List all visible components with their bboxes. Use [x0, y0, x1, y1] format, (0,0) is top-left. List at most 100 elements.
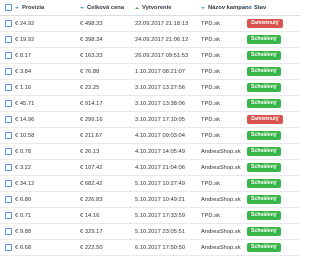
provizia-cell: € 1.16 [15, 84, 32, 91]
row-checkbox[interactable] [5, 228, 12, 235]
row-checkbox[interactable] [5, 20, 12, 27]
stav-cell: Schválený [247, 147, 300, 156]
celkova-cena-cell: € 398.34 [80, 36, 103, 43]
nazov-kampane-cell: TPD.sk [201, 20, 221, 27]
stav-cell: Schválený [247, 195, 300, 204]
nazov-kampane-cell: TPD.sk [201, 100, 221, 107]
stav-cell: Schválený [247, 51, 300, 60]
row-select-cell[interactable] [0, 116, 15, 123]
status-badge: Zamietnutý [247, 19, 283, 28]
stav-header-label: Stav [254, 4, 267, 11]
table-header: Provízia Celková cena Vytvorenie Názov k… [0, 0, 300, 16]
row-select-cell[interactable] [0, 196, 15, 203]
row-checkbox[interactable] [5, 196, 12, 203]
row-select-cell[interactable] [0, 212, 15, 219]
sort-down-icon[interactable] [247, 6, 251, 9]
celkova-cena-cell: € 23.25 [80, 84, 100, 91]
nazov-kampane-cell: AndreaShop.sk [201, 148, 241, 155]
row-select-cell[interactable] [0, 244, 15, 251]
row-checkbox[interactable] [5, 52, 12, 59]
nazov-kampane-cell: AndreaShop.sk [201, 244, 241, 251]
provizia-cell: € 9.88 [15, 228, 32, 235]
row-select-cell[interactable] [0, 36, 15, 43]
status-badge: Schválený [247, 67, 281, 76]
status-badge: Schválený [247, 227, 281, 236]
nazov-kampane-cell: TPD.sk [201, 212, 221, 219]
vytvorenie-cell: 24.09.2017 21:06:12 [135, 36, 189, 43]
row-select-cell[interactable] [0, 180, 15, 187]
provizia-header[interactable]: Provízia [15, 5, 80, 11]
sort-up-icon[interactable] [135, 6, 139, 9]
row-select-cell[interactable] [0, 20, 15, 27]
table-row: € 6.68 € 222.50 6.10.2017 17:50:50 Andre… [0, 240, 300, 256]
nazov-kampane-cell: TPD.sk [201, 36, 221, 43]
row-checkbox[interactable] [5, 212, 12, 219]
row-checkbox[interactable] [5, 164, 12, 171]
status-badge: Schválený [247, 163, 281, 172]
celkova-cena-header-label: Celková cena [87, 4, 125, 11]
row-checkbox[interactable] [5, 68, 12, 75]
celkova-cena-cell: € 914.17 [80, 100, 103, 107]
vytvorenie-cell: 3.10.2017 13:27:56 [135, 84, 185, 91]
row-select-cell[interactable] [0, 68, 15, 75]
sort-down-icon[interactable] [15, 6, 19, 9]
row-checkbox[interactable] [5, 148, 12, 155]
row-checkbox[interactable] [5, 116, 12, 123]
table-row: € 0.78 € 26.13 4.10.2017 14:05:49 Andrea… [0, 144, 300, 160]
row-checkbox[interactable] [5, 36, 12, 43]
row-select-cell[interactable] [0, 132, 15, 139]
vytvorenie-header[interactable]: Vytvorenie [135, 5, 201, 11]
row-select-cell[interactable] [0, 228, 15, 235]
table-row: € 3.84 € 76.88 1.10.2017 08:21:07 TPD.sk… [0, 64, 300, 80]
stav-cell: Schválený [247, 163, 300, 172]
sort-down-icon[interactable] [80, 6, 84, 9]
status-badge: Schválený [247, 99, 281, 108]
row-checkbox[interactable] [5, 100, 12, 107]
row-checkbox[interactable] [5, 244, 12, 251]
row-select-cell[interactable] [0, 164, 15, 171]
sort-down-icon[interactable] [201, 6, 205, 9]
row-select-cell[interactable] [0, 52, 15, 59]
celkova-cena-header[interactable]: Celková cena [80, 5, 135, 11]
nazov-kampane-cell: TPD.sk [201, 52, 221, 59]
stav-cell: Schválený [247, 99, 300, 108]
row-select-cell[interactable] [0, 148, 15, 155]
nazov-kampane-header[interactable]: Názov kampane [201, 5, 252, 11]
provizia-cell: € 3.84 [15, 68, 32, 75]
provizia-cell: € 14.96 [15, 116, 35, 123]
celkova-cena-cell: € 682.42 [80, 180, 103, 187]
stav-header[interactable]: Stav [247, 5, 300, 11]
provizia-cell: € 0.78 [15, 148, 32, 155]
vytvorenie-cell: 6.10.2017 17:50:50 [135, 244, 185, 251]
select-all-column[interactable] [0, 4, 15, 11]
row-checkbox[interactable] [5, 84, 12, 91]
nazov-kampane-cell: TPD.sk [201, 68, 221, 75]
row-checkbox[interactable] [5, 132, 12, 139]
row-select-cell[interactable] [0, 100, 15, 107]
stav-cell: Zamietnutý [247, 19, 300, 28]
nazov-kampane-cell: TPD.sk [201, 116, 221, 123]
stav-cell: Schválený [247, 83, 300, 92]
provizia-cell: € 3.22 [15, 164, 32, 171]
vytvorenie-cell: 26.09.2017 09:51:53 [135, 52, 189, 59]
vytvorenie-cell: 1.10.2017 08:21:07 [135, 68, 185, 75]
row-checkbox[interactable] [5, 180, 12, 187]
table-row: € 14.96 € 299.16 3.10.2017 17:10:05 TPD.… [0, 112, 300, 128]
vytvorenie-cell: 3.10.2017 17:10:05 [135, 116, 185, 123]
row-select-cell[interactable] [0, 84, 15, 91]
table-row: € 34.12 € 682.42 5.10.2017 10:27:49 TPD.… [0, 176, 300, 192]
celkova-cena-cell: € 211.67 [80, 132, 103, 139]
provizia-cell: € 19.92 [15, 36, 35, 43]
nazov-kampane-cell: AndreaShop.sk [201, 196, 241, 203]
stav-cell: Schválený [247, 67, 300, 76]
table-row: € 3.22 € 107.42 4.10.2017 21:04:06 Andre… [0, 160, 300, 176]
select-all-checkbox[interactable] [5, 4, 12, 11]
vytvorenie-cell: 4.10.2017 21:04:06 [135, 164, 185, 171]
celkova-cena-cell: € 299.16 [80, 116, 103, 123]
commission-table: Provízia Celková cena Vytvorenie Názov k… [0, 0, 300, 256]
vytvorenie-cell: 5.10.2017 10:27:49 [135, 180, 185, 187]
stav-cell: Zamietnutý [247, 115, 300, 124]
provizia-cell: € 0.71 [15, 212, 32, 219]
nazov-kampane-cell: TPD.sk [201, 180, 221, 187]
status-badge: Schválený [247, 195, 281, 204]
